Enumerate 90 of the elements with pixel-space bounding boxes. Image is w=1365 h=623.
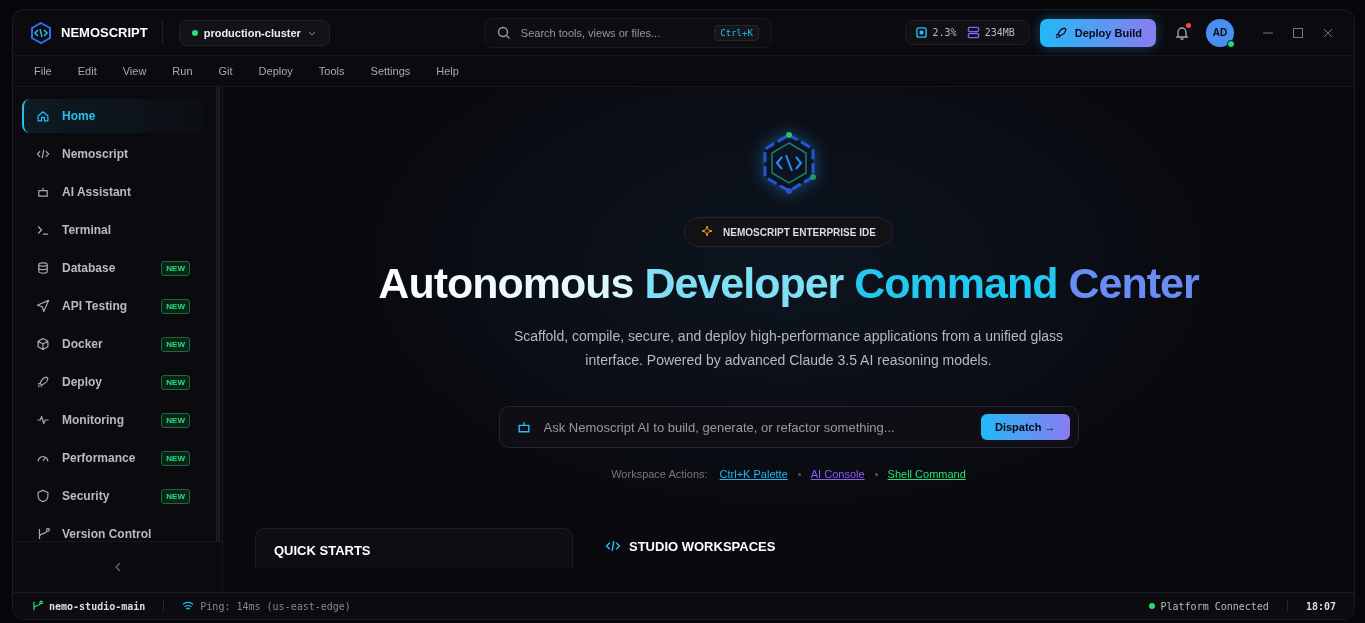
- hero-subtitle: Scaffold, compile, secure, and deploy high-performance applications from a unified glass interface. Powered by advanced Claude 3.5 AI reasoning models.: [512, 327, 1065, 370]
- sidebar-label: Database: [62, 261, 117, 275]
- box-icon: [36, 337, 50, 351]
- sidebar-item[interactable]: Nemoscript: [22, 137, 204, 171]
- bot-icon: [515, 419, 532, 435]
- code-icon: [605, 538, 621, 554]
- sidebar-item[interactable]: Terminal: [22, 213, 204, 247]
- pulse-icon: [36, 413, 50, 427]
- new-badge: NEW: [161, 488, 190, 504]
- sidebar-label: Home: [62, 109, 97, 123]
- menu-item[interactable]: Deploy: [247, 65, 304, 77]
- sidebar-item[interactable]: AI Assistant: [22, 175, 204, 209]
- sidebar-label: Security: [62, 489, 111, 503]
- actions-label: Workspace Actions:: [611, 468, 708, 480]
- separator-dot-icon: [874, 472, 878, 476]
- cpu-usage: 2.3%: [932, 27, 957, 38]
- search-bar[interactable]: Search tools, views or files... Ctrl+K: [483, 17, 772, 48]
- cluster-selector[interactable]: production-cluster: [178, 19, 330, 46]
- close-icon[interactable]: [1322, 26, 1334, 39]
- sidebar-label: Docker: [62, 337, 104, 351]
- ping-status: Ping: 14ms (us-east-edge): [200, 600, 351, 612]
- shield-icon: [36, 489, 50, 503]
- menu-item[interactable]: Edit: [66, 65, 108, 77]
- sidebar-item[interactable]: Monitoring NEW: [22, 403, 204, 437]
- action-link[interactable]: Ctrl+K Palette: [719, 468, 788, 480]
- section-title: QUICK STARTS: [274, 543, 371, 558]
- platform-status: Platform Connected: [1160, 600, 1269, 612]
- sidebar-item[interactable]: Docker NEW: [22, 327, 204, 361]
- sidebar-item[interactable]: Performance NEW: [22, 441, 204, 475]
- branch-name: nemo-studio-main: [49, 600, 146, 612]
- search-icon: [496, 25, 511, 40]
- action-link[interactable]: AI Console: [810, 468, 865, 480]
- sidebar-item[interactable]: Deploy NEW: [22, 365, 204, 399]
- menu-item[interactable]: File: [23, 65, 63, 77]
- memory-usage: 234MB: [984, 27, 1015, 38]
- new-badge: NEW: [161, 336, 190, 352]
- user-avatar[interactable]: AD: [1206, 18, 1234, 47]
- sidebar-label: Performance: [62, 451, 137, 465]
- wifi-icon: [182, 600, 195, 612]
- bell-icon: [1174, 24, 1190, 41]
- hero-title: Autonomous Developer Command Center: [378, 259, 1199, 308]
- bot-icon: [36, 185, 50, 199]
- maximize-icon[interactable]: [1292, 26, 1304, 39]
- sidebar-label: AI Assistant: [62, 185, 132, 199]
- sidebar-label: Monitoring: [62, 413, 125, 427]
- shortcut-key: Ctrl+K: [714, 24, 759, 41]
- search-field[interactable]: Search tools, views or files...: [518, 25, 707, 40]
- send-icon: [36, 299, 50, 313]
- branch-icon: [36, 527, 50, 541]
- sidebar-item[interactable]: API Testing NEW: [22, 289, 204, 323]
- dispatch-button[interactable]: Dispatch →: [981, 414, 1070, 440]
- branch-icon: [31, 600, 43, 612]
- menu-item[interactable]: Git: [207, 65, 244, 77]
- section-title: STUDIO WORKSPACES: [629, 538, 776, 554]
- sidebar-item[interactable]: Home: [22, 99, 204, 133]
- rocket-icon: [36, 375, 50, 389]
- hexagon-logo-icon: [29, 20, 53, 45]
- sidebar-label: Nemoscript: [62, 147, 130, 161]
- code-icon: [36, 147, 50, 161]
- deploy-build-button[interactable]: Deploy Build: [1039, 18, 1156, 47]
- app-name: NEMOSCRIPT: [61, 25, 148, 40]
- database-icon: [36, 261, 50, 275]
- sidebar-item[interactable]: Database NEW: [22, 251, 204, 285]
- new-badge: NEW: [161, 374, 190, 390]
- chip-icon: [914, 26, 928, 39]
- sidebar-label: Deploy: [62, 375, 103, 389]
- menu-item[interactable]: Help: [425, 65, 470, 77]
- clock-time: 18:07: [1305, 600, 1336, 612]
- terminal-icon: [36, 223, 50, 237]
- menu-item[interactable]: View: [111, 65, 158, 77]
- new-badge: NEW: [161, 450, 190, 466]
- sidebar-item[interactable]: Version Control: [22, 517, 204, 541]
- sidebar-label: Version Control: [62, 527, 153, 541]
- menu-item[interactable]: Settings: [359, 65, 422, 77]
- server-icon: [966, 26, 980, 39]
- rocket-icon: [1053, 25, 1068, 40]
- ai-prompt-field[interactable]: Ask Nemoscript AI to build, generate, or refactor something...: [541, 418, 971, 436]
- sidebar-label: Terminal: [62, 223, 113, 237]
- ai-prompt-bar[interactable]: Ask Nemoscript AI to build, generate, or refactor something... Dispatch →: [498, 406, 1079, 448]
- new-badge: NEW: [161, 298, 190, 314]
- new-badge: NEW: [161, 260, 190, 276]
- home-icon: [36, 109, 50, 123]
- separator-dot-icon: [797, 472, 801, 476]
- new-badge: NEW: [161, 412, 190, 428]
- menu-item[interactable]: Tools: [307, 65, 356, 77]
- menu-item[interactable]: Run: [161, 65, 204, 77]
- sidebar-item[interactable]: Security NEW: [22, 479, 204, 513]
- badge-text: NEMOSCRIPT ENTERPRISE IDE: [723, 226, 876, 238]
- action-link[interactable]: Shell Command: [887, 468, 966, 480]
- sidebar-label: API Testing: [62, 299, 129, 313]
